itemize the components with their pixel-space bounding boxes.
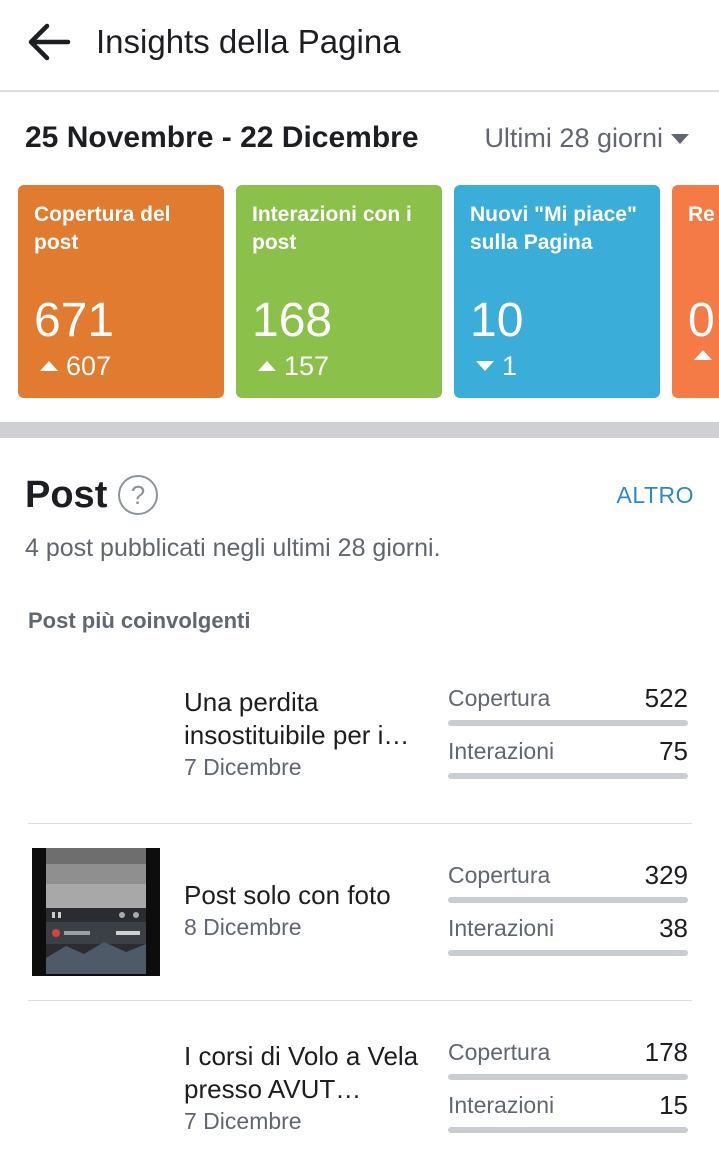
post-row[interactable]: Una perdita insostituibile per i… 7 Dice… — [28, 648, 692, 824]
period-dropdown[interactable]: Ultimi 28 giorni — [484, 118, 689, 158]
post-row[interactable]: I corsi di Volo a Vela presso AVUT… 7 Di… — [28, 1002, 692, 1176]
post-text: I corsi di Volo a Vela presso AVUT… 7 Di… — [184, 1040, 429, 1136]
card-change-value: 157 — [284, 351, 330, 381]
post-title: Una perdita insostituibile per i… — [184, 687, 410, 750]
post-thumbnail-image — [32, 848, 160, 976]
reach-label: Copertura — [448, 685, 551, 711]
post-stats: Copertura 522 Interazioni 75 — [448, 683, 688, 789]
post-title: Post solo con foto — [184, 880, 391, 910]
card-title: Nuovi "Mi piace" sulla Pagina — [470, 203, 637, 254]
post-stats: Copertura 329 Interazioni 38 — [448, 860, 688, 966]
post-stats: Copertura 178 Interazioni 15 — [448, 1037, 688, 1143]
arrow-left-icon — [28, 23, 71, 61]
interactions-stat: Interazioni 75 — [448, 736, 688, 789]
card-title: Copertura del post — [34, 203, 171, 254]
interactions-stat: Interazioni 38 — [448, 913, 688, 966]
question-circle-icon[interactable]: ? — [118, 475, 158, 515]
card-change: 157 — [258, 350, 329, 382]
card-title: Re — [688, 203, 715, 226]
reach-bar-fill — [448, 1074, 688, 1080]
top-posts-subheading: Post più coinvolgenti — [28, 608, 251, 633]
interactions-bar — [448, 950, 688, 956]
card-new-page-likes[interactable]: Nuovi "Mi piace" sulla Pagina 10 1 — [454, 185, 660, 398]
interactions-value: 38 — [659, 913, 688, 943]
section-divider — [0, 422, 719, 438]
top-app-bar: Insights della Pagina — [0, 0, 719, 92]
post-title: I corsi di Volo a Vela presso AVUT… — [184, 1041, 419, 1104]
card-value: 671 — [34, 294, 115, 347]
triangle-up-icon — [40, 361, 58, 371]
card-post-interactions[interactable]: Interazioni con i post 168 157 — [236, 185, 442, 398]
caret-down-icon — [671, 134, 689, 144]
card-partial-next[interactable]: Re 0 — [672, 185, 719, 398]
interactions-value: 15 — [659, 1090, 688, 1120]
interactions-label: Interazioni — [448, 1092, 555, 1118]
post-text: Post solo con foto 8 Dicembre — [184, 879, 429, 942]
reach-value: 329 — [644, 860, 688, 890]
reach-label: Copertura — [448, 862, 551, 888]
interactions-bar-fill — [448, 1127, 688, 1133]
reach-bar — [448, 1074, 688, 1080]
more-link[interactable]: ALTRO — [617, 480, 694, 510]
reach-value: 522 — [644, 683, 688, 713]
card-change-value: 1 — [502, 351, 518, 381]
interactions-label: Interazioni — [448, 738, 555, 764]
page-title: Insights della Pagina — [96, 23, 401, 60]
interactions-stat: Interazioni 15 — [448, 1090, 688, 1143]
interactions-bar — [448, 773, 688, 779]
metric-cards-carousel[interactable]: Copertura del post 671 607 Interazioni c… — [18, 185, 719, 398]
back-button[interactable] — [22, 20, 74, 64]
reach-bar-fill — [448, 720, 688, 726]
card-change: 1 — [476, 350, 517, 382]
triangle-up-icon — [258, 361, 276, 371]
post-date: 7 Dicembre — [184, 1108, 302, 1134]
post-row[interactable]: Post solo con foto 8 Dicembre Copertura … — [28, 825, 692, 1001]
post-thumbnail — [32, 848, 160, 976]
card-value: 0 — [688, 294, 715, 347]
card-change-value: 607 — [66, 351, 112, 381]
card-post-reach[interactable]: Copertura del post 671 607 — [18, 185, 224, 398]
interactions-label: Interazioni — [448, 915, 555, 941]
post-date: 8 Dicembre — [184, 914, 302, 940]
card-value: 168 — [252, 294, 333, 347]
card-change — [694, 350, 719, 360]
triangle-up-icon — [694, 350, 712, 360]
card-change: 607 — [40, 350, 111, 382]
reach-stat: Copertura 329 — [448, 860, 688, 913]
interactions-bar — [448, 1127, 688, 1133]
reach-label: Copertura — [448, 1039, 551, 1065]
post-date: 7 Dicembre — [184, 754, 302, 780]
card-value: 10 — [470, 294, 524, 347]
triangle-down-icon — [476, 361, 494, 371]
card-title: Interazioni con i post — [252, 203, 412, 254]
reach-bar — [448, 720, 688, 726]
period-label: Ultimi 28 giorni — [484, 123, 663, 153]
posts-summary: 4 post pubblicati negli ultimi 28 giorni… — [25, 534, 441, 562]
interactions-bar-fill — [448, 950, 688, 956]
reach-bar — [448, 897, 688, 903]
post-text: Una perdita insostituibile per i… 7 Dice… — [184, 686, 429, 782]
reach-value: 178 — [644, 1037, 688, 1067]
interactions-value: 75 — [659, 736, 688, 766]
interactions-bar-fill — [448, 773, 688, 779]
reach-bar-fill — [448, 897, 688, 903]
reach-stat: Copertura 522 — [448, 683, 688, 736]
date-range-label: 25 Novembre - 22 Dicembre — [25, 121, 419, 154]
section-title: Post — [25, 474, 108, 516]
reach-stat: Copertura 178 — [448, 1037, 688, 1090]
